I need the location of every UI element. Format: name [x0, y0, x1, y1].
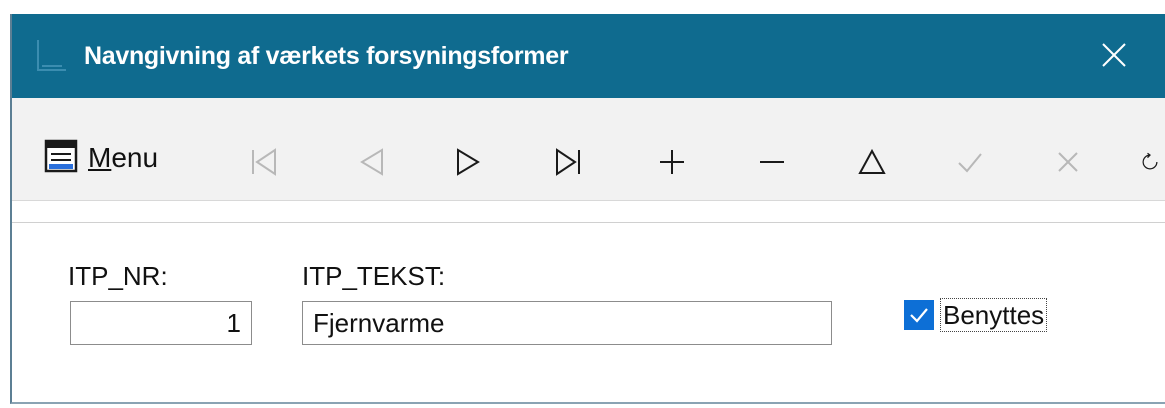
next-record-icon [457, 148, 480, 176]
title-bar: Navngivning af værkets forsyningsformer [12, 14, 1165, 98]
edit-record-button[interactable] [852, 142, 892, 182]
next-record-button[interactable] [448, 142, 488, 182]
refresh-icon [1142, 152, 1158, 170]
window-app-icon [32, 36, 72, 76]
last-record-button[interactable] [548, 142, 588, 182]
cancel-button[interactable] [1048, 142, 1088, 182]
itp-tekst-field[interactable]: Fjernvarme [302, 301, 832, 345]
benyttes-label: Benyttes [940, 298, 1048, 332]
last-record-icon [556, 148, 580, 176]
add-record-button[interactable] [652, 142, 692, 182]
previous-record-icon [360, 148, 383, 176]
toolbar: Menu [12, 98, 1165, 201]
refresh-button[interactable] [1140, 142, 1160, 182]
first-record-button[interactable] [244, 142, 284, 182]
confirm-icon [958, 153, 982, 173]
record-form: ITP_NR: 1 ITP_TEKST: Fjernvarme Benyttes [12, 223, 1165, 402]
close-icon [1102, 43, 1126, 67]
close-button[interactable] [1091, 32, 1137, 78]
menu-label: Menu [88, 142, 159, 173]
add-record-icon [660, 150, 684, 174]
first-record-icon [252, 148, 276, 176]
menu-list-icon [44, 139, 78, 178]
itp-nr-field[interactable]: 1 [70, 301, 252, 345]
previous-record-button[interactable] [352, 142, 392, 182]
dialog-window: Navngivning af værkets forsyningsformer … [10, 14, 1165, 404]
itp-tekst-label: ITP_TEKST: [302, 261, 446, 291]
checkbox-checked-icon[interactable] [904, 300, 934, 330]
edit-record-icon [858, 148, 886, 174]
window-title: Navngivning af værkets forsyningsformer [84, 42, 569, 70]
delete-record-icon [760, 161, 784, 163]
delete-record-button[interactable] [752, 142, 792, 182]
menu-button[interactable]: Menu [44, 138, 158, 178]
benyttes-checkbox[interactable]: Benyttes [904, 295, 1048, 335]
confirm-button[interactable] [950, 142, 990, 182]
cancel-icon [1058, 152, 1078, 172]
itp-nr-label: ITP_NR: [68, 261, 168, 291]
